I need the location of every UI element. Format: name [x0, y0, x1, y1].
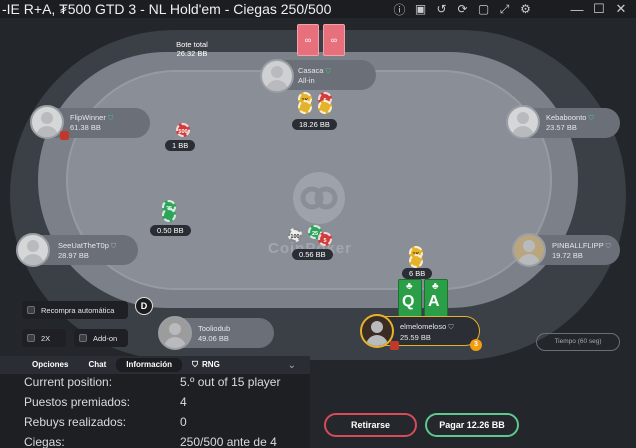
chip-1k	[298, 100, 312, 114]
shield-icon: ⛉	[110, 243, 117, 250]
opponent-card-back: ∞	[297, 24, 319, 56]
panel-tabs: Opciones Chat Información ⛉ RNG ⌄	[0, 356, 310, 374]
bet-amount-center: 0.56 BB	[292, 249, 333, 260]
verified-shield-icon: ⛉	[588, 115, 594, 122]
auto-rebuy-option[interactable]: Recompra automática	[22, 301, 128, 319]
chip-stack	[409, 254, 423, 268]
replay-icon[interactable]: ⟳	[455, 2, 470, 17]
chip-5: 5	[318, 232, 332, 246]
tab-informacion[interactable]: Información	[116, 358, 183, 372]
info-label-paid: Puestos premiados:	[24, 395, 131, 409]
player-name-flipwinner: FlipWinner ⛉	[70, 113, 114, 122]
verified-shield-icon: ⛉	[107, 115, 114, 122]
player-stack-flipwinner: 61.38 BB	[70, 123, 101, 132]
level-badge: 3	[470, 339, 482, 351]
verified-shield-icon: ⛉	[325, 68, 331, 75]
dealer-button: D	[135, 297, 153, 315]
info-panel: Opciones Chat Información ⛉ RNG ⌄ Curren…	[0, 356, 310, 448]
brand-logo-icon	[293, 172, 345, 224]
player-name-pinball: PINBALLFLIPP ⛉	[552, 241, 611, 250]
info-value-blinds: 250/500 ante de 4	[180, 435, 277, 448]
maximize-icon[interactable]: ☐	[588, 1, 610, 17]
status-badge	[390, 341, 399, 350]
close-icon[interactable]: ✕	[610, 1, 632, 17]
card-rank: Q	[402, 293, 415, 310]
screenshot-icon[interactable]: ▢	[476, 2, 491, 17]
two-x-label: 2X	[41, 333, 51, 343]
info-label-rebuys: Rebuys realizados:	[24, 415, 127, 429]
window-controls: — ☐ ✕	[566, 0, 632, 18]
two-x-checkbox[interactable]	[27, 334, 35, 342]
status-badge	[60, 131, 69, 140]
total-pot: Bote total 26.32 BB	[171, 40, 213, 58]
hero-card: ♣ A	[424, 279, 448, 317]
avatar-pinball[interactable]	[512, 233, 546, 267]
bet-amount-hero: 6 BB	[402, 268, 433, 279]
auto-rebuy-label: Recompra automática	[41, 305, 115, 315]
hero-card: ♣ Q	[398, 279, 422, 317]
add-on-checkbox[interactable]	[79, 334, 87, 342]
chip-stack	[318, 100, 332, 114]
avatar-seeuat[interactable]	[16, 233, 50, 267]
bet-amount-casaca: 18.26 BB	[292, 119, 337, 130]
title-bar: ‑IE R+A, ₮500 GTD 3 - NL Hold'em - Ciega…	[0, 0, 636, 18]
player-name-kebaboonto: Kebaboonto ⛉	[546, 113, 594, 122]
tab-opciones[interactable]: Opciones	[0, 358, 78, 372]
player-name-seeuat: SeeUatTheT0p ⛉	[58, 241, 117, 250]
club-icon: ♣	[406, 281, 413, 292]
toolbar-icons: ⓘ ▣ ↺ ⟳ ▢ ⤢ ⚙	[392, 0, 533, 18]
chip-stack	[162, 208, 176, 222]
info-icon[interactable]: ⓘ	[392, 2, 407, 17]
tab-rng-label: RNG	[202, 360, 220, 369]
player-stack-seeuat: 28.97 BB	[58, 251, 89, 260]
avatar-kebaboonto[interactable]	[506, 105, 540, 139]
avatar-casaca[interactable]	[260, 59, 294, 93]
add-on-option[interactable]: Add-on	[74, 329, 128, 347]
wallet-icon[interactable]: ▣	[413, 2, 428, 17]
chip-500: 500	[176, 123, 190, 137]
avatar-flipwinner[interactable]	[30, 105, 64, 139]
card-rank: A	[428, 293, 440, 310]
player-name-casaca: Casaca ⛉	[298, 66, 331, 75]
avatar-toolio[interactable]	[158, 316, 192, 350]
club-icon: ♣	[432, 281, 439, 292]
player-stack-hero: 25.59 BB	[400, 333, 431, 342]
bet-amount-seeuat: 0.50 BB	[150, 225, 191, 236]
pot-amount: 26.32 BB	[176, 49, 208, 58]
player-name-hero: elmelomeloso ⛉	[400, 322, 454, 331]
opponent-card-back: ∞	[323, 24, 345, 56]
player-stack-toolio: 49.06 BB	[198, 334, 229, 343]
info-value-position: 5.º out of 15 player	[180, 375, 281, 389]
avatar-hero[interactable]	[360, 314, 394, 348]
chip-100: 100	[288, 228, 302, 242]
chevron-down-icon[interactable]: ⌄	[288, 360, 296, 371]
player-status-casaca: All-in	[298, 76, 315, 85]
window-title: ‑IE R+A, ₮500 GTD 3 - NL Hold'em - Ciega…	[2, 1, 332, 17]
add-on-label: Add-on	[93, 333, 118, 343]
time-bank-button[interactable]: Tiempo (60 seg)	[536, 333, 620, 351]
tab-rng[interactable]: ⛉ RNG	[182, 358, 230, 372]
bet-amount-flipwinner: 1 BB	[165, 140, 196, 151]
pot-label: Bote total	[176, 40, 208, 49]
shield-icon: ⛉	[605, 243, 611, 250]
fullscreen-icon[interactable]: ⤢	[497, 2, 512, 17]
player-name-toolio: Tooliodub	[198, 324, 231, 333]
auto-rebuy-checkbox[interactable]	[27, 306, 35, 314]
player-stack-pinball: 19.72 BB	[552, 251, 583, 260]
player-stack-kebaboonto: 23.57 BB	[546, 123, 577, 132]
tab-chat[interactable]: Chat	[78, 358, 116, 372]
info-value-paid: 4	[180, 395, 187, 409]
shield-icon: ⛉	[448, 324, 454, 331]
info-label-blinds: Ciegas:	[24, 435, 65, 448]
fold-button[interactable]: Retirarse	[324, 413, 417, 437]
two-x-option[interactable]: 2X	[22, 329, 66, 347]
info-value-rebuys: 0	[180, 415, 187, 429]
shield-icon: ⛉	[192, 360, 199, 369]
minimize-icon[interactable]: —	[566, 2, 588, 17]
history-icon[interactable]: ↺	[434, 2, 449, 17]
call-button[interactable]: Pagar 12.26 BB	[425, 413, 519, 437]
info-label-position: Current position:	[24, 375, 113, 389]
settings-icon[interactable]: ⚙	[518, 2, 533, 17]
